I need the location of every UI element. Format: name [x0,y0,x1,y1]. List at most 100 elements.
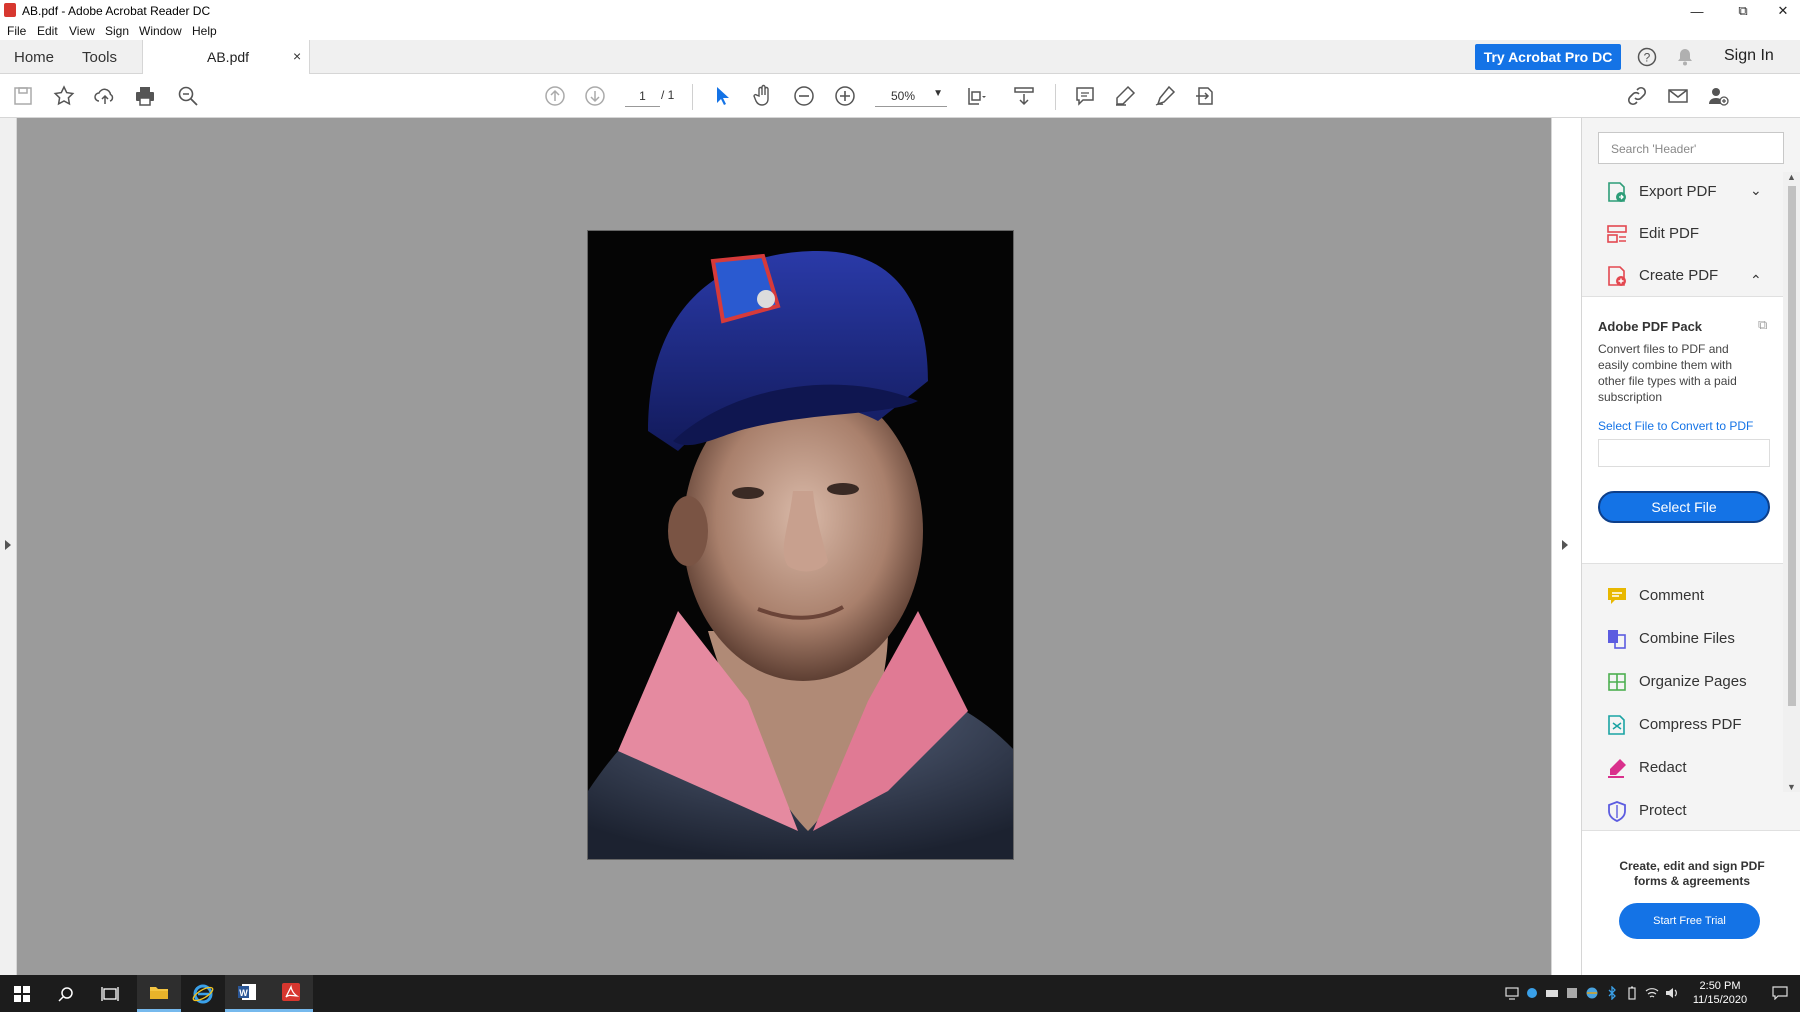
expand-left-arrow-icon [5,540,11,550]
volume-tray-icon[interactable] [1665,986,1679,1000]
system-clock[interactable]: 2:50 PM 11/15/2020 [1690,979,1750,1007]
tool-organize-pages[interactable]: Organize Pages [1582,662,1782,702]
tool-redact[interactable]: Redact [1582,748,1782,788]
hand-tool-icon[interactable] [749,82,777,110]
scroll-mode-icon[interactable] [1010,82,1038,110]
highlight-pen-icon[interactable] [1111,82,1139,110]
scroll-thumb[interactable] [1788,186,1796,706]
save-icon[interactable] [9,82,37,110]
clock-date: 11/15/2020 [1692,994,1748,1006]
next-page-icon[interactable] [581,82,609,110]
menu-file[interactable]: File [7,24,26,38]
chevron-down-icon[interactable]: ⌄ [1750,182,1762,199]
tool-label: Compress PDF [1639,716,1742,733]
upgrade-promo: Create, edit and sign PDF forms & agreem… [1582,830,1800,975]
comment-icon [1608,588,1626,604]
acrobat-app-icon [4,3,16,17]
pdf-page [587,230,1014,860]
help-icon[interactable]: ? [1637,47,1657,67]
menu-help[interactable]: Help [192,24,217,38]
close-tab-icon[interactable]: × [293,48,301,64]
network-tray-icon[interactable] [1525,986,1539,1000]
file-explorer-icon[interactable] [137,975,181,1012]
monitor-tray-icon[interactable] [1505,986,1519,1000]
restore-button[interactable]: ⧉ [1720,0,1766,22]
left-nav-pane-toggle[interactable] [0,118,17,975]
task-view-icon[interactable] [88,975,132,1012]
tool-label: Comment [1639,587,1705,604]
notification-bell-icon[interactable] [1675,47,1695,67]
battery-tray-icon[interactable] [1625,986,1639,1000]
tool-create-pdf[interactable]: Create PDF ⌃ [1582,256,1782,296]
zoom-out-icon[interactable] [790,82,818,110]
select-file-button[interactable]: Select File [1598,491,1770,523]
comment-tool-icon[interactable] [1071,82,1099,110]
tool-comment[interactable]: Comment [1582,576,1782,616]
organize-pages-icon [1608,673,1626,691]
page-number-input[interactable]: 1 [625,85,660,107]
share-link-icon[interactable] [1623,82,1651,110]
tab-document[interactable]: AB.pdf × [142,40,310,74]
previous-page-icon[interactable] [541,82,569,110]
action-center-icon[interactable] [1772,986,1788,1001]
tools-search-input[interactable]: Search 'Header' [1598,132,1784,164]
word-icon[interactable]: W [225,975,269,1012]
try-acrobat-pro-button[interactable]: Try Acrobat Pro DC [1475,44,1621,70]
add-user-icon[interactable] [1704,82,1732,110]
tool-label: Edit PDF [1639,225,1700,242]
right-pane-toggle[interactable] [1551,118,1581,975]
scroll-up-icon[interactable]: ▲ [1787,172,1796,182]
sign-in-link[interactable]: Sign In [1724,47,1774,65]
minimize-button[interactable]: — [1674,0,1720,22]
search-zoom-icon[interactable] [174,82,202,110]
more-tools-icon[interactable] [1191,82,1219,110]
tool-combine-files[interactable]: Combine Files [1582,619,1782,659]
close-window-button[interactable]: ✕ [1766,0,1800,22]
tool-edit-pdf[interactable]: Edit PDF [1582,214,1782,254]
email-icon[interactable] [1664,82,1692,110]
promo-text: Create, edit and sign PDF forms & agreem… [1619,859,1765,888]
menu-view[interactable]: View [69,24,95,38]
clock-time: 2:50 PM [1699,980,1741,992]
bookmark-star-icon[interactable] [50,82,78,110]
print-icon[interactable] [131,82,159,110]
tool-compress-pdf[interactable]: Compress PDF [1582,705,1782,745]
menu-window[interactable]: Window [139,24,182,38]
zoom-value: 50% [891,89,916,103]
zoom-level-select[interactable]: 50% ▼ [875,85,947,107]
tool-protect[interactable]: Protect [1582,791,1782,831]
select-file-label: Select File to Convert to PDF [1598,419,1754,433]
scroll-down-icon[interactable]: ▼ [1787,782,1796,792]
bluetooth-tray-icon[interactable] [1605,985,1619,1001]
document-viewport[interactable]: ▲ ▼ [17,118,1567,975]
app-tray-icon[interactable] [1565,986,1579,1000]
acrobat-reader-icon[interactable] [269,975,313,1012]
tool-export-pdf[interactable]: Export PDF ⌄ [1582,172,1782,212]
tab-tools[interactable]: Tools [82,49,117,66]
title-bar: AB.pdf - Adobe Acrobat Reader DC — ⧉ ✕ [0,0,1800,22]
tool-label: Redact [1639,759,1687,776]
chevron-up-icon[interactable]: ⌃ [1750,272,1762,289]
file-selection-field[interactable] [1598,439,1770,467]
internet-explorer-icon[interactable] [181,975,225,1012]
select-cursor-icon[interactable] [708,82,736,110]
menu-sign[interactable]: Sign [105,24,129,38]
sign-pen-icon[interactable] [1151,82,1179,110]
upload-cloud-icon[interactable] [91,82,119,110]
copy-icon: ⧉ [1758,317,1768,332]
wifi-tray-icon[interactable] [1645,986,1659,1000]
globe-tray-icon[interactable] [1585,986,1599,1000]
tab-home[interactable]: Home [14,49,54,66]
windows-start-icon[interactable] [0,975,44,1012]
start-free-trial-button[interactable]: Start Free Trial [1619,903,1760,939]
portrait-photo [588,231,1013,859]
storage-tray-icon[interactable] [1545,986,1559,1000]
protect-icon [1608,801,1626,822]
search-icon[interactable] [44,975,88,1012]
tools-pane-scrollbar[interactable]: ▲ ▼ [1783,172,1800,792]
page-display-icon[interactable] [962,82,990,110]
menu-bar: File Edit View Sign Window Help [0,22,1800,40]
svg-text:?: ? [1644,51,1651,65]
zoom-in-icon[interactable] [831,82,859,110]
menu-edit[interactable]: Edit [37,24,58,38]
